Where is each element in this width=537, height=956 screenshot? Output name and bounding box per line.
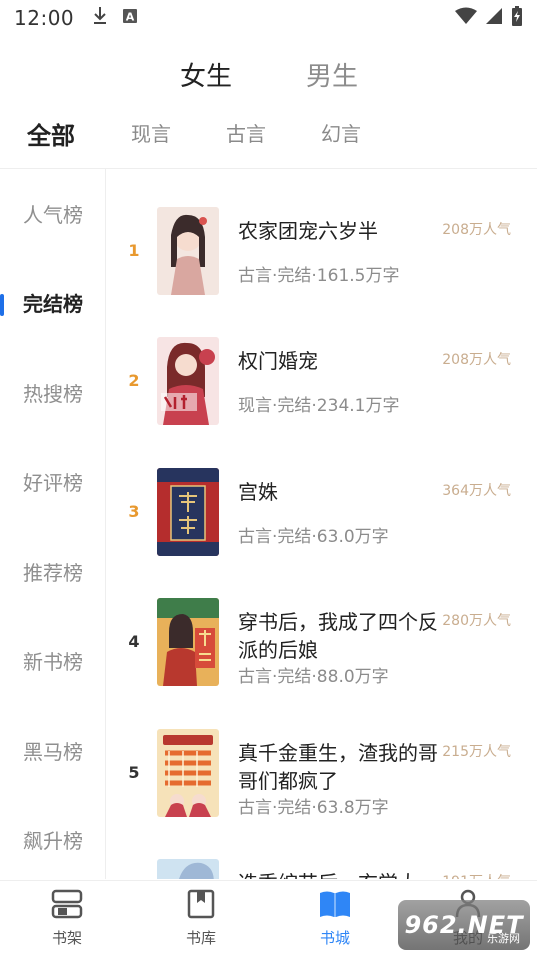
nav-label: 书库 <box>185 929 216 947</box>
gender-tabs: 女生 男生 <box>0 56 537 100</box>
book-cover[interactable] <box>157 598 219 686</box>
rank-number: 2 <box>128 371 140 390</box>
download-icon <box>92 6 108 30</box>
book-title: 真千金重生，渣我的哥哥们都疯了 <box>238 741 438 793</box>
status-bar: 12:00 A <box>0 0 537 36</box>
popularity-count: 364万人气 <box>442 483 511 499</box>
svg-text:A: A <box>126 11 135 24</box>
book-cover[interactable] <box>157 859 219 879</box>
site-watermark: 962.NET 乐游网 <box>398 900 530 950</box>
sidebar-item-new-books[interactable]: 新书榜 <box>0 642 106 682</box>
popularity-count: 280万人气 <box>442 613 511 629</box>
popularity-count: 215万人气 <box>442 744 511 760</box>
sidebar-item-rising[interactable]: 飙升榜 <box>0 821 106 861</box>
bookshelf-icon <box>37 889 97 923</box>
popularity-count: 208万人气 <box>442 222 511 238</box>
book-title: 穿书后，我成了四个反派的后娘 <box>238 610 438 662</box>
book-meta: 古言·完结·63.0万字 <box>238 527 389 547</box>
signal-icon <box>485 7 503 29</box>
book-meta: 古言·完结·161.5万字 <box>238 266 400 286</box>
tab-ancient-romance[interactable]: 古言 <box>226 118 266 147</box>
ranking-sidebar: 人气榜 完结榜 热搜榜 好评榜 推荐榜 新书榜 黑马榜 飙升榜 <box>0 169 106 879</box>
book-title: 权门婚宠 <box>238 349 318 373</box>
book-cover[interactable] <box>157 207 219 295</box>
nav-library[interactable]: 书库 <box>171 889 231 948</box>
book-title: 农家团宠六岁半 <box>238 219 378 243</box>
book-cover[interactable] <box>157 468 219 556</box>
book-item[interactable]: 4 穿书后，我成了四个反派的后娘 古言·完结·88.0万字 280万人气 <box>107 598 537 688</box>
nav-label: 书架 <box>51 929 82 947</box>
book-cover[interactable] <box>157 337 219 425</box>
nav-bookshelf[interactable]: 书架 <box>37 889 97 948</box>
book-item[interactable]: 5 真千金重生，渣我的哥哥们都疯了 古言·完结·63.8万字 215万人气 <box>107 729 537 819</box>
tab-female[interactable]: 女生 <box>180 56 232 93</box>
book-library-icon <box>171 889 231 923</box>
tab-modern-romance[interactable]: 现言 <box>131 118 171 147</box>
sidebar-item-dark-horse[interactable]: 黑马榜 <box>0 732 106 772</box>
rank-number: 3 <box>128 502 140 521</box>
tab-male[interactable]: 男生 <box>306 56 358 93</box>
book-title: 选秀综艺后，玄学大 <box>238 869 438 879</box>
book-store-icon <box>305 889 365 923</box>
popularity-count: 208万人气 <box>442 352 511 368</box>
book-cover[interactable] <box>157 729 219 817</box>
rank-number: 5 <box>128 763 140 782</box>
book-meta: 古言·完结·63.8万字 <box>238 798 389 818</box>
tab-all[interactable]: 全部 <box>27 116 75 151</box>
popularity-count: 191万人气 <box>442 871 511 879</box>
book-item[interactable]: 3 宫姝 古言·完结·63.0万字 364万人气 <box>107 468 537 558</box>
book-item[interactable]: 6 选秀综艺后，玄学大 191万人气 <box>107 859 537 879</box>
tab-fantasy-romance[interactable]: 幻言 <box>321 118 361 147</box>
battery-charging-icon <box>511 6 523 30</box>
status-time: 12:00 <box>14 6 75 30</box>
category-tabs: 全部 现言 古言 幻言 <box>0 118 537 158</box>
book-item[interactable]: 1 农家团宠六岁半 古言·完结·161.5万字 208万人气 <box>107 207 537 297</box>
sidebar-item-recommended[interactable]: 推荐榜 <box>0 553 106 593</box>
sidebar-item-hot-search[interactable]: 热搜榜 <box>0 374 106 414</box>
wifi-icon <box>455 7 477 29</box>
rank-number: 4 <box>128 632 140 651</box>
book-item[interactable]: 2 权门婚宠 现言·完结·234.1万字 208万人气 <box>107 337 537 427</box>
active-indicator <box>0 294 4 316</box>
sidebar-item-popular[interactable]: 人气榜 <box>0 195 106 235</box>
sidebar-item-completed[interactable]: 完结榜 <box>0 284 106 324</box>
book-meta: 古言·完结·88.0万字 <box>238 667 389 687</box>
sidebar-item-top-rated[interactable]: 好评榜 <box>0 463 106 503</box>
nav-bookstore[interactable]: 书城 <box>305 889 365 948</box>
nav-label: 书城 <box>319 929 350 947</box>
sidebar-item-label: 完结榜 <box>23 292 83 316</box>
book-title: 宫姝 <box>238 480 278 504</box>
book-meta: 现言·完结·234.1万字 <box>238 396 400 416</box>
book-list: 1 农家团宠六岁半 古言·完结·161.5万字 208万人气 2 权门婚宠 现言… <box>107 169 537 879</box>
a-badge-icon: A <box>122 8 138 28</box>
rank-number: 1 <box>128 241 140 260</box>
watermark-subtext: 乐游网 <box>487 932 520 945</box>
